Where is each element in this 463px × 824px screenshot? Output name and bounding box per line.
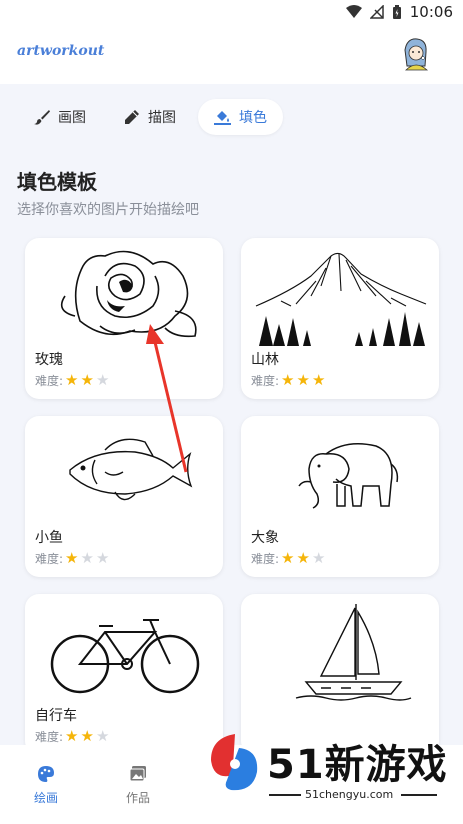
star-icon: ★	[296, 371, 310, 389]
nav-paint[interactable]: 绘画	[16, 765, 76, 806]
star-icon: ★	[80, 549, 94, 567]
watermark: 51新游戏 51chengyu.com	[205, 728, 463, 824]
difficulty-label: 难度:	[251, 552, 280, 566]
elephant-drawing	[298, 443, 399, 509]
divider	[401, 794, 437, 796]
nav-works-label: 作品	[125, 791, 150, 805]
card-name: 小鱼	[35, 530, 63, 546]
difficulty-rating: 难度: ★ ★ ★	[35, 728, 109, 745]
difficulty-rating: 难度: ★ ★ ★	[35, 550, 109, 567]
app-logo: artworkout	[17, 43, 105, 59]
paint-bucket-icon	[214, 111, 231, 125]
card-name: 自行车	[35, 708, 77, 724]
star-icon: ★	[95, 549, 110, 567]
watermark-logo	[211, 734, 258, 791]
annotation-arrow	[146, 324, 188, 473]
bicycle-drawing	[50, 619, 200, 694]
difficulty-label: 难度:	[251, 374, 280, 388]
card-name: 大象	[251, 530, 279, 546]
star-icon: ★	[311, 549, 326, 567]
template-card-mountain[interactable]: 山林 难度: ★ ★ ★	[241, 238, 439, 399]
difficulty-label: 难度:	[35, 374, 64, 388]
star-icon: ★	[65, 727, 79, 745]
star-icon: ★	[65, 371, 79, 389]
star-icon: ★	[95, 371, 110, 389]
palette-icon	[38, 766, 54, 782]
tab-draw-label: 画图	[58, 110, 86, 126]
tab-fill-label: 填色	[239, 110, 267, 126]
card-name: 玫瑰	[35, 352, 63, 368]
tab-trace[interactable]: 描图	[108, 99, 192, 135]
brush-icon	[34, 110, 50, 125]
section-subtitle: 选择你喜欢的图片开始描绘吧	[17, 202, 199, 218]
divider	[269, 794, 301, 796]
star-icon: ★	[281, 549, 295, 567]
gallery-icon	[129, 766, 146, 782]
nav-works[interactable]: 作品	[108, 765, 168, 806]
tab-fill[interactable]: 填色	[198, 99, 283, 135]
star-icon: ★	[80, 371, 94, 389]
no-signal-icon	[369, 5, 384, 19]
status-icons: 10:06	[345, 3, 453, 21]
tab-trace-label: 描图	[148, 110, 176, 126]
star-icon: ★	[311, 371, 326, 389]
mountain-drawing	[255, 252, 427, 346]
wifi-icon	[345, 5, 362, 18]
star-icon: ★	[296, 549, 310, 567]
sailboat-drawing	[295, 604, 412, 701]
card-name: 山林	[251, 352, 279, 368]
status-time: 10:06	[409, 3, 453, 21]
star-icon: ★	[281, 371, 295, 389]
difficulty-rating: 难度: ★ ★ ★	[35, 372, 109, 389]
star-icon: ★	[80, 727, 94, 745]
watermark-brand: 51新游戏	[267, 742, 448, 788]
star-icon: ★	[95, 727, 110, 745]
watermark-url: 51chengyu.com	[305, 788, 394, 801]
mode-tabs: 画图 描图 填色	[18, 99, 283, 135]
app-bar: artworkout	[0, 26, 463, 84]
pen-icon	[125, 110, 139, 124]
difficulty-label: 难度:	[35, 552, 64, 566]
section-title: 填色模板	[17, 170, 97, 194]
difficulty-label: 难度:	[35, 730, 64, 744]
avatar[interactable]	[399, 36, 433, 72]
template-card-elephant[interactable]: 大象 难度: ★ ★ ★	[241, 416, 439, 577]
nav-paint-label: 绘画	[33, 791, 58, 805]
battery-icon	[392, 4, 401, 19]
template-card-bicycle[interactable]: 自行车 难度: ★ ★ ★	[25, 594, 223, 755]
status-bar: 10:06	[0, 0, 463, 26]
difficulty-rating: 难度: ★ ★ ★	[251, 372, 325, 389]
difficulty-rating: 难度: ★ ★ ★	[251, 550, 325, 567]
tab-draw[interactable]: 画图	[18, 99, 102, 135]
star-icon: ★	[65, 549, 79, 567]
